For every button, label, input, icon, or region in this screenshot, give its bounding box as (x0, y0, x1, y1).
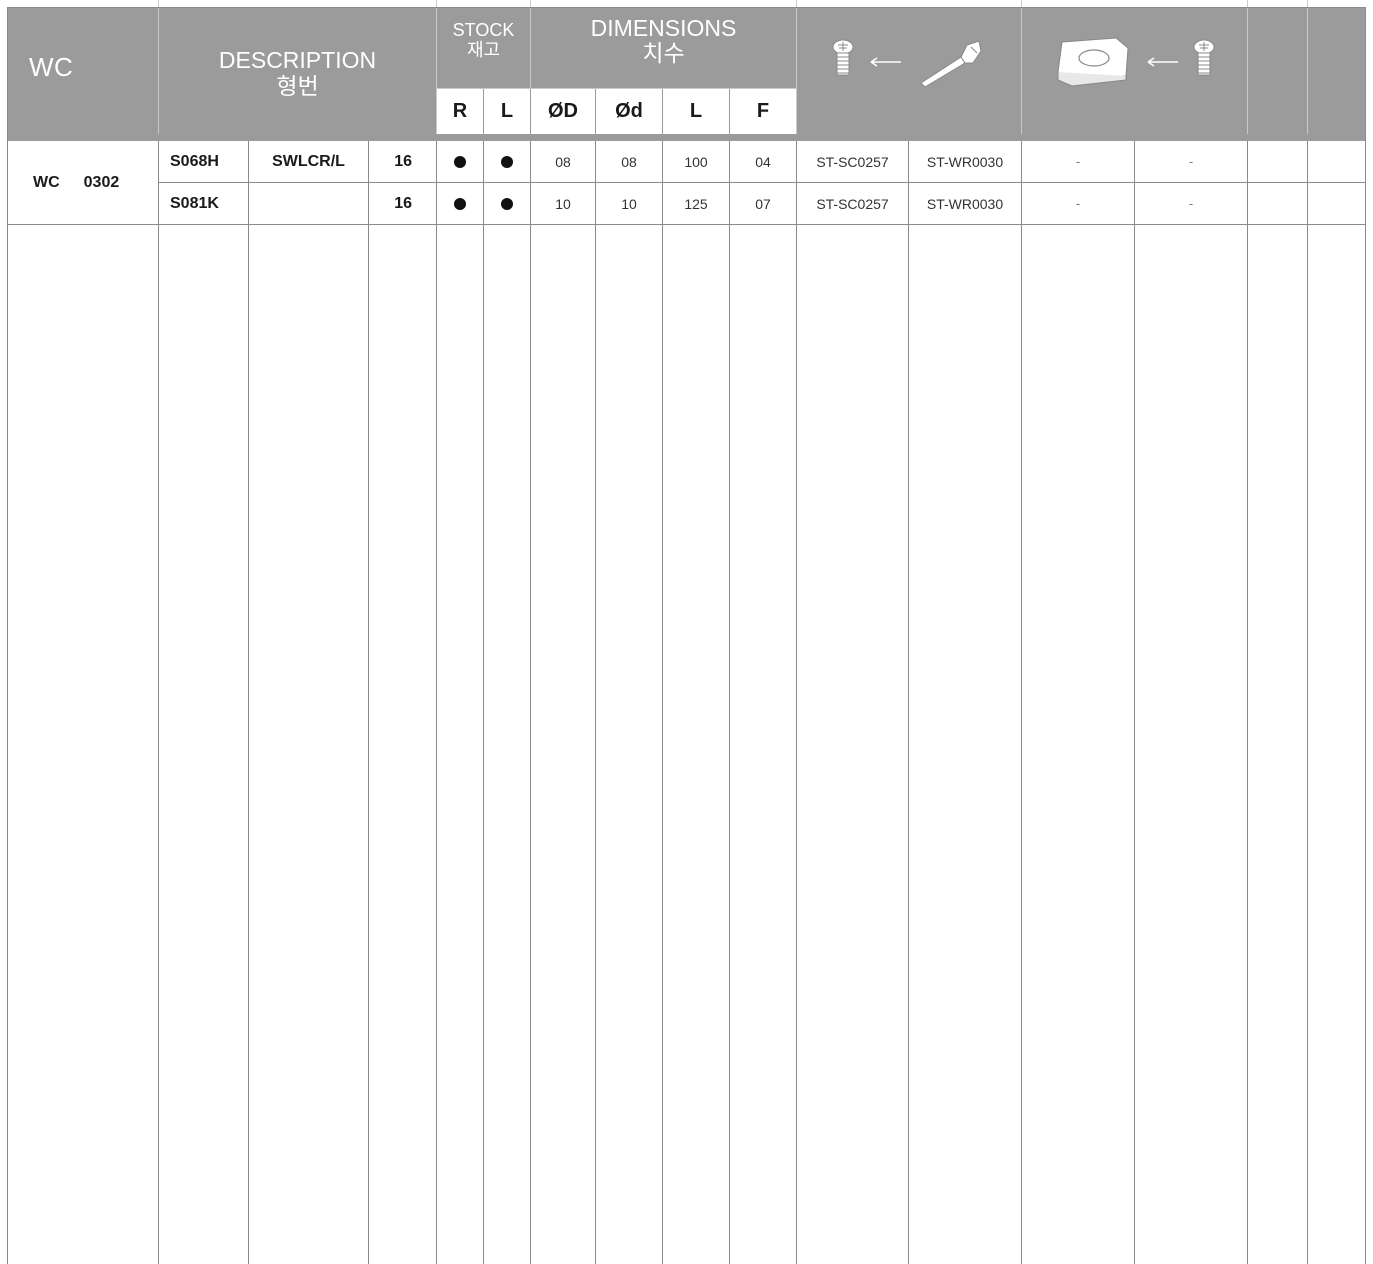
column-divider (729, 141, 730, 1264)
group-size: 0302 (83, 173, 120, 191)
stock-l-cell (484, 183, 530, 224)
column-divider (1307, 141, 1308, 1264)
holder-type: SWLCR/L (272, 152, 345, 170)
screw-part: ST-SC0257 (816, 195, 889, 212)
wrench-part: ST-WR0030 (926, 153, 1004, 170)
shim-screw-part: - (1188, 154, 1194, 169)
dimension-l: 100 (684, 153, 708, 170)
wrench-part: ST-WR0030 (926, 195, 1004, 212)
dimension-od: 08 (555, 153, 571, 170)
dimension-l: 125 (684, 195, 708, 212)
holder-size: 16 (394, 194, 412, 212)
column-divider (158, 141, 159, 1264)
dimension-od: 10 (555, 195, 571, 212)
dimension-f: 07 (755, 195, 771, 212)
holder-type (249, 183, 368, 224)
shim-part: - (1075, 196, 1081, 211)
group-label: WC 0302 (33, 141, 153, 224)
shim-part: - (1075, 154, 1081, 169)
dimension-sd: 08 (621, 153, 637, 170)
stock-l-cell (484, 141, 530, 182)
column-divider (530, 141, 531, 1264)
column-divider (1247, 141, 1248, 1264)
dimension-sd: 10 (621, 195, 637, 212)
column-divider (248, 141, 249, 1264)
column-divider (1021, 141, 1022, 1264)
column-divider (662, 141, 663, 1264)
column-divider (908, 141, 909, 1264)
item-code: S081K (170, 194, 219, 212)
group-series: WC (33, 173, 60, 191)
column-divider (1134, 141, 1135, 1264)
in-stock-dot (454, 155, 466, 168)
in-stock-dot (501, 155, 513, 168)
column-divider (796, 141, 797, 1264)
shim-screw-part: - (1188, 196, 1194, 211)
column-divider (483, 141, 484, 1264)
in-stock-dot (501, 197, 513, 210)
column-divider (436, 141, 437, 1264)
stock-r-cell (437, 183, 483, 224)
stock-r-cell (437, 141, 483, 182)
column-divider (595, 141, 596, 1264)
in-stock-dot (454, 197, 466, 210)
column-divider (368, 141, 369, 1264)
row-divider (7, 224, 1366, 225)
dimension-f: 04 (755, 153, 771, 170)
holder-size: 16 (394, 152, 412, 170)
item-code: S068H (170, 152, 219, 170)
screw-part: ST-SC0257 (816, 153, 889, 170)
